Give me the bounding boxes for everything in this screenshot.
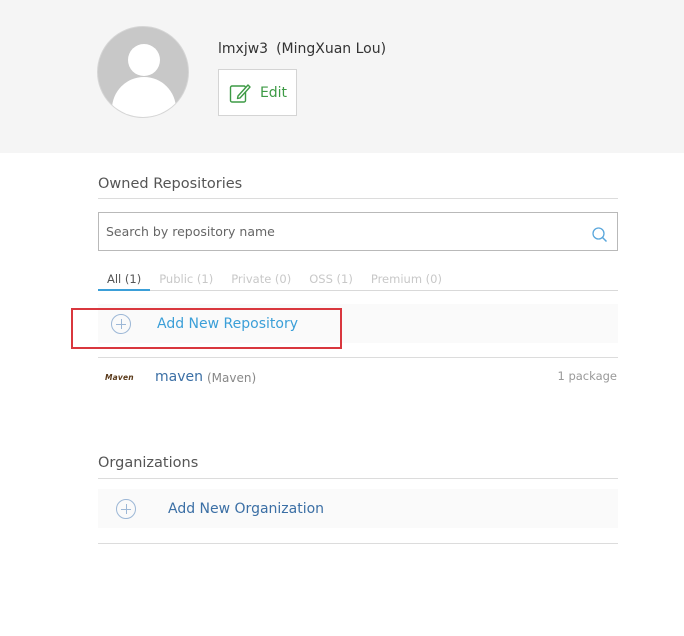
owned-repositories-title: Owned Repositories [98, 176, 243, 192]
tab-all[interactable]: All (1) [98, 270, 151, 291]
username: lmxjw3 [218, 41, 269, 57]
section-divider [98, 198, 618, 199]
repository-type: (Maven) [207, 371, 257, 385]
user-identity: lmxjw3 (MingXuan Lou) [218, 41, 386, 57]
add-new-organization-link[interactable]: Add New Organization [168, 501, 324, 517]
add-new-repository-row[interactable]: Add New Repository [98, 304, 618, 343]
edit-profile-button[interactable]: Edit [218, 69, 297, 116]
user-fullname: (MingXuan Lou) [276, 41, 387, 57]
section-divider [98, 478, 618, 479]
search-icon[interactable] [591, 226, 609, 244]
plus-circle-icon [111, 313, 131, 334]
repository-filter-tabs: All (1) Public (1) Private (0) OSS (1) P… [98, 270, 618, 291]
repository-search-input[interactable] [99, 213, 591, 250]
edit-pencil-icon [229, 83, 251, 103]
tab-private[interactable]: Private (0) [222, 270, 300, 291]
section-divider [98, 543, 618, 544]
organizations-title: Organizations [98, 455, 199, 471]
tab-oss[interactable]: OSS (1) [300, 270, 362, 291]
add-new-organization-row[interactable]: Add New Organization [98, 489, 618, 528]
edit-label: Edit [259, 84, 288, 101]
maven-logo-icon: Maven [105, 373, 134, 382]
tab-premium[interactable]: Premium (0) [362, 270, 451, 291]
repository-search-box[interactable] [98, 212, 618, 251]
add-new-repository-link[interactable]: Add New Repository [157, 316, 298, 332]
plus-circle-icon [116, 498, 136, 519]
tab-public[interactable]: Public (1) [150, 270, 222, 291]
profile-header: lmxjw3 (MingXuan Lou) Edit [0, 0, 684, 153]
avatar [97, 26, 189, 118]
repository-package-count: 1 package [557, 369, 617, 383]
repository-row[interactable]: Maven maven (Maven) 1 package [98, 358, 618, 398]
repository-name[interactable]: maven [155, 369, 203, 385]
